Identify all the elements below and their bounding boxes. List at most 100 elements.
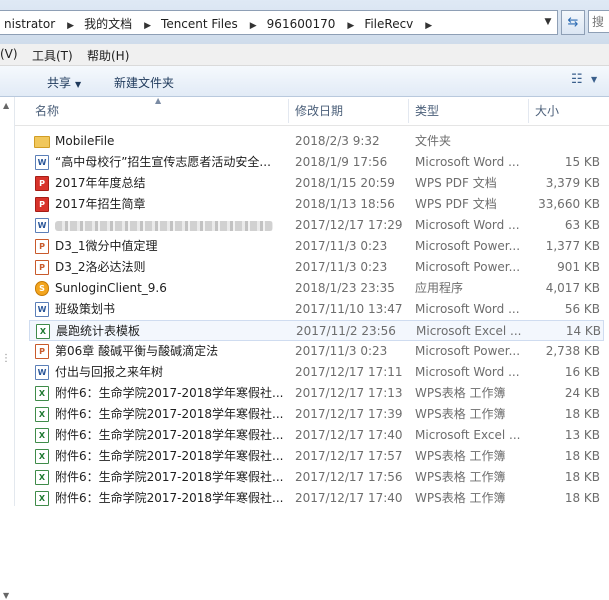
file-date: 2017/11/3 0:23	[295, 260, 388, 274]
pdf-icon: P	[35, 176, 49, 191]
excel-icon: X	[35, 407, 49, 422]
breadcrumb-item[interactable]: 961600170	[263, 17, 342, 31]
pane-grip-icon[interactable]: ⋮	[1, 353, 11, 364]
word-doc-icon: W	[35, 365, 49, 380]
file-size: 56 KB	[564, 302, 600, 316]
file-size: 1,377 KB	[545, 239, 600, 253]
file-row[interactable]: W “高中母校行”招生宣传志愿者活动安全... 2018/1/9 17:56 Micr…	[29, 152, 604, 173]
breadcrumb-item[interactable]: 我的文档	[80, 15, 138, 32]
menu-help[interactable]: 帮助(H)	[87, 47, 129, 64]
breadcrumb-item[interactable]: nistrator	[0, 17, 61, 31]
file-size: 901 KB	[557, 260, 600, 274]
view-options-icon[interactable]: ☷	[571, 72, 583, 87]
file-name: 附件6：生命学院2017-2018学年寒假社...	[55, 449, 284, 463]
file-row[interactable]: S SunloginClient_9.6 2018/1/23 23:35 应用程序 4,…	[29, 278, 604, 299]
powerpoint-icon: P	[35, 260, 49, 275]
file-type: 应用程序	[415, 281, 464, 295]
application-icon: S	[35, 281, 49, 296]
file-row[interactable]: P 第06章 酸碱平衡与酸碱滴定法 2017/11/3 0:23 Microsoft …	[29, 341, 604, 362]
column-divider[interactable]	[288, 99, 289, 123]
file-row[interactable]: W 2017/12/17 17:29 Microsoft Word ... 63 KB	[29, 215, 604, 236]
breadcrumb-separator-icon[interactable]: ▶	[341, 21, 360, 31]
file-date: 2018/2/3 9:32	[295, 134, 380, 148]
column-divider[interactable]	[528, 99, 529, 123]
file-size: 4,017 KB	[545, 281, 600, 295]
file-date: 2017/12/17 17:29	[295, 218, 403, 232]
address-history-dropdown-icon[interactable]: ▼	[540, 11, 556, 34]
breadcrumb-separator-icon[interactable]: ▶	[138, 21, 157, 31]
file-size: 24 KB	[564, 386, 600, 400]
file-date: 2017/12/17 17:57	[295, 449, 403, 463]
file-name: D3_1微分中值定理	[55, 239, 158, 253]
file-type: Microsoft Word ...	[415, 155, 520, 169]
breadcrumb-item[interactable]: FileRecv	[360, 17, 419, 31]
column-name[interactable]: 名称	[35, 97, 285, 125]
file-size: 33,660 KB	[538, 197, 600, 211]
refresh-button[interactable]: ⇆	[561, 10, 585, 35]
menu-tools[interactable]: 工具(T)	[32, 47, 73, 64]
redacted-name	[55, 220, 273, 231]
column-size[interactable]: 大小	[535, 97, 605, 125]
address-box[interactable]: nistrator ▶ 我的文档 ▶ Tencent Files ▶ 961600170 ▶ F…	[0, 10, 558, 35]
file-row[interactable]: P D3_1微分中值定理 2017/11/3 0:23 Microsoft Power…	[29, 236, 604, 257]
search-input[interactable]: 搜	[588, 10, 609, 33]
breadcrumb: nistrator ▶ 我的文档 ▶ Tencent Files ▶ 961600170 ▶ F…	[0, 15, 438, 32]
search-placeholder: 搜	[592, 15, 605, 29]
excel-icon: X	[36, 324, 50, 339]
command-toolbar: 共享 ▼ 新建文件夹 ☷ ▼	[0, 66, 609, 97]
file-type: WPS表格 工作簿	[415, 470, 506, 484]
file-name: 附件6：生命学院2017-2018学年寒假社...	[55, 407, 284, 421]
file-name: 2017年招生简章	[55, 197, 146, 211]
file-name: 付出与回报之来年树	[55, 365, 164, 379]
file-row[interactable]: X 附件6：生命学院2017-2018学年寒假社... 2017/12/17 17:…	[29, 404, 604, 425]
file-type: Microsoft Excel ...	[415, 428, 521, 442]
column-type[interactable]: 类型	[415, 97, 515, 125]
file-type: Microsoft Power...	[415, 239, 521, 253]
file-name: MobileFile	[55, 134, 115, 148]
file-row[interactable]: W 付出与回报之来年树 2017/12/17 17:11 Microsoft Word…	[29, 362, 604, 383]
file-row[interactable]: X 附件6：生命学院2017-2018学年寒假社... 2017/12/17 17:…	[29, 446, 604, 467]
scroll-up-arrow-icon[interactable]: ▲	[3, 101, 9, 110]
file-name: “高中母校行”招生宣传志愿者活动安全...	[55, 155, 271, 169]
word-doc-icon: W	[35, 155, 49, 170]
file-date: 2017/11/10 13:47	[295, 302, 403, 316]
chevron-down-icon[interactable]: ▼	[591, 75, 597, 84]
excel-icon: X	[35, 449, 49, 464]
word-doc-icon: W	[35, 302, 49, 317]
file-row[interactable]: X 附件6：生命学院2017-2018学年寒假社... 2017/12/17 17:…	[29, 467, 604, 488]
file-date: 2018/1/23 23:35	[295, 281, 395, 295]
scroll-down-arrow-icon[interactable]: ▼	[3, 591, 9, 600]
file-size: 18 KB	[564, 449, 600, 463]
file-row[interactable]: P 2017年招生简章 2018/1/13 18:56 WPS PDF 文档 33,66…	[29, 194, 604, 215]
new-folder-label: 新建文件夹	[114, 76, 175, 90]
file-row[interactable]: W 班级策划书 2017/11/10 13:47 Microsoft Word ...…	[29, 299, 604, 320]
menu-view[interactable]: (V)	[0, 47, 18, 61]
file-name: 2017年年度总结	[55, 176, 146, 190]
file-row[interactable]: P D3_2洛必达法则 2017/11/3 0:23 Microsoft Power.…	[29, 257, 604, 278]
column-date[interactable]: 修改日期	[295, 97, 405, 125]
file-row[interactable]: P 2017年年度总结 2018/1/15 20:59 WPS PDF 文档 3,379…	[29, 173, 604, 194]
breadcrumb-item[interactable]: Tencent Files	[157, 17, 244, 31]
file-date: 2017/11/3 0:23	[295, 344, 388, 358]
file-row[interactable]: X 晨跑统计表模板 2017/11/2 23:56 Microsoft Excel .…	[29, 320, 604, 341]
address-bar: nistrator ▶ 我的文档 ▶ Tencent Files ▶ 961600170 ▶ F…	[0, 0, 609, 44]
breadcrumb-separator-icon[interactable]: ▶	[419, 21, 438, 31]
file-row[interactable]: MobileFile 2018/2/3 9:32 文件夹	[29, 131, 604, 152]
file-row[interactable]: X 附件6：生命学院2017-2018学年寒假社... 2017/12/17 17:…	[29, 425, 604, 446]
file-row[interactable]: X 附件6：生命学院2017-2018学年寒假社... 2017/12/17 17:…	[29, 383, 604, 404]
file-date: 2018/1/9 17:56	[295, 155, 388, 169]
new-folder-button[interactable]: 新建文件夹	[114, 74, 174, 91]
file-date: 2018/1/13 18:56	[295, 197, 395, 211]
file-type: Microsoft Power...	[415, 344, 521, 358]
breadcrumb-separator-icon[interactable]: ▶	[61, 21, 80, 31]
word-doc-icon: W	[35, 218, 49, 233]
column-divider[interactable]	[408, 99, 409, 123]
file-type: Microsoft Excel ...	[416, 324, 522, 338]
file-name: 第06章 酸碱平衡与酸碱滴定法	[55, 344, 219, 358]
breadcrumb-separator-icon[interactable]: ▶	[244, 21, 263, 31]
chevron-down-icon: ▼	[75, 80, 82, 89]
powerpoint-icon: P	[35, 239, 49, 254]
file-date: 2017/11/3 0:23	[295, 239, 388, 253]
file-size: 14 KB	[565, 324, 601, 338]
share-button[interactable]: 共享 ▼	[47, 74, 81, 91]
